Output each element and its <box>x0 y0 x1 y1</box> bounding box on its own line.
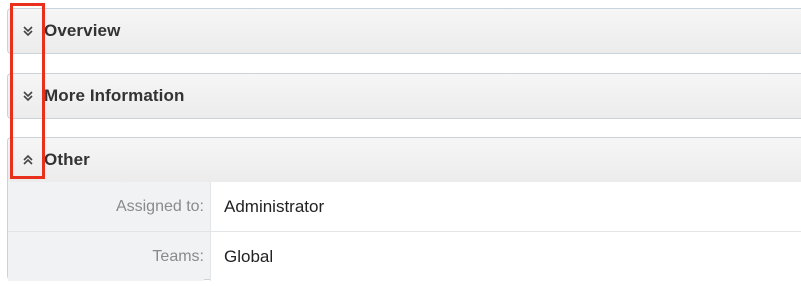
panel-other: Other Assigned to: Administrator Teams: … <box>7 137 801 281</box>
panel-more-information: More Information <box>7 73 801 119</box>
panel-overview-title[interactable]: Overview <box>44 21 120 41</box>
panel-other-header[interactable]: Other <box>8 138 801 182</box>
panel-other-title[interactable]: Other <box>44 150 90 170</box>
chevron-double-up-icon[interactable] <box>22 154 44 166</box>
panel-more-information-header[interactable]: More Information <box>8 74 801 118</box>
field-row-teams: Teams: Global <box>8 231 801 281</box>
panel-more-information-title[interactable]: More Information <box>44 86 184 106</box>
panel-overview-header[interactable]: Overview <box>8 9 801 53</box>
chevron-double-down-icon[interactable] <box>22 90 44 102</box>
panel-overview: Overview <box>7 8 801 54</box>
field-row-assigned-to: Assigned to: Administrator <box>8 182 801 231</box>
field-label-assigned-to: Assigned to: <box>8 182 204 231</box>
field-label-teams: Teams: <box>8 232 204 281</box>
chevron-double-down-icon[interactable] <box>22 25 44 37</box>
field-value-teams[interactable]: Global <box>210 232 801 281</box>
field-value-assigned-to[interactable]: Administrator <box>210 182 801 231</box>
